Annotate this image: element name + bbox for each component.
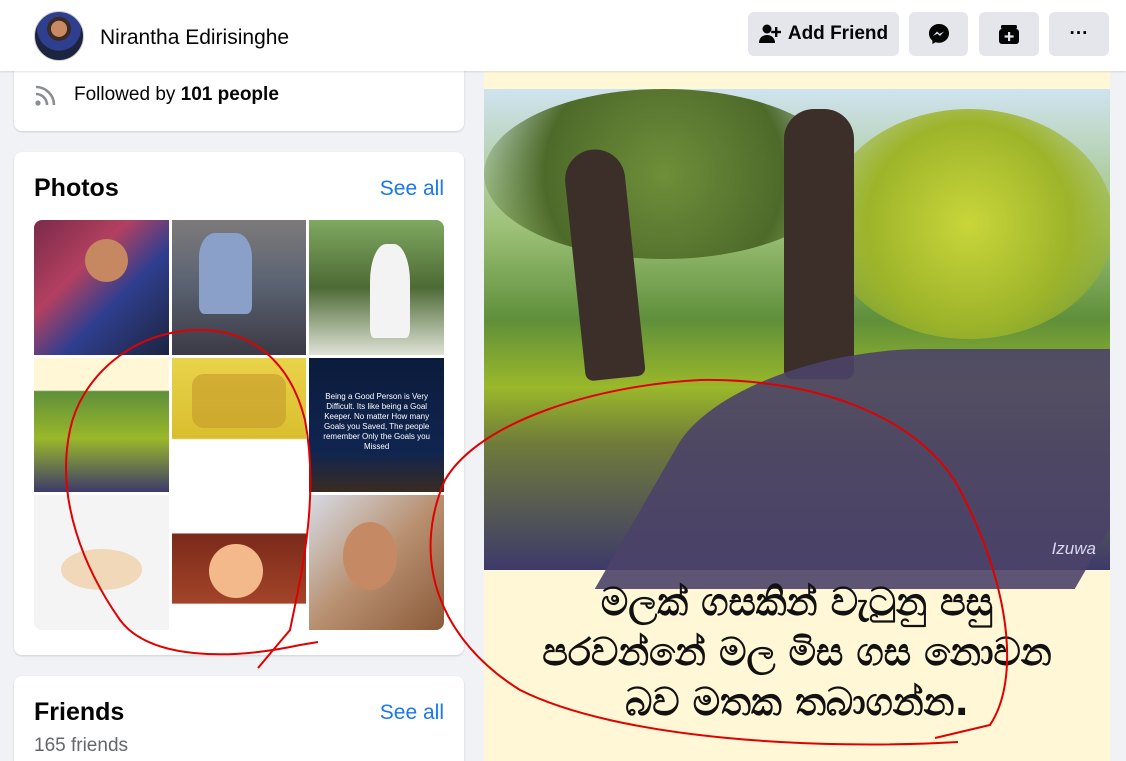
followers-prefix: Followed by (74, 84, 176, 105)
photos-see-all-link[interactable]: See all (380, 177, 444, 201)
more-options-button[interactable]: ··· (1049, 12, 1109, 56)
profile-header-bar: Nirantha Edirisinghe Add Friend ··· (0, 0, 1126, 71)
photo-tile-quote: Being a Good Person is Very Difficult. I… (323, 391, 431, 451)
tree-trunk (784, 109, 854, 379)
followers-row: Followed by 101 people (34, 83, 279, 107)
profile-avatar[interactable] (34, 11, 84, 61)
park-road (594, 349, 1110, 589)
profile-name[interactable]: Nirantha Edirisinghe (100, 26, 289, 50)
add-friend-icon (758, 24, 781, 43)
tree-canopy (824, 109, 1110, 339)
caption-line: මලක් ගසකින් වැටුනු පසු (600, 580, 994, 624)
photos-grid: Being a Good Person is Very Difficult. I… (34, 220, 444, 630)
messenger-icon (928, 24, 949, 44)
friends-title[interactable]: Friends (34, 698, 124, 727)
photo-tile[interactable] (34, 357, 169, 493)
messenger-button[interactable] (909, 12, 968, 56)
caption-line: බව මතක තබාගන්න. (625, 680, 969, 724)
photo-tile[interactable]: Being a Good Person is Very Difficult. I… (309, 357, 444, 493)
park-scene-image: Izuwa (484, 89, 1110, 589)
image-watermark: Izuwa (1051, 539, 1096, 558)
photo-tile[interactable] (309, 495, 444, 630)
rss-feed-icon (35, 85, 56, 106)
more-dots-icon: ··· (1069, 23, 1089, 44)
photo-tile[interactable] (171, 495, 307, 630)
photo-tile[interactable] (171, 220, 307, 355)
add-friend-button[interactable]: Add Friend (748, 12, 899, 56)
photos-title[interactable]: Photos (34, 174, 119, 203)
photo-tile[interactable] (171, 357, 307, 493)
friends-see-all-link[interactable]: See all (380, 701, 444, 725)
friends-card: Friends See all 165 friends (14, 676, 464, 761)
post-image[interactable]: Izuwa මලක් ගසකින් වැටුනු පසු පරවන්නේ මල … (484, 71, 1110, 761)
save-button[interactable] (979, 12, 1039, 56)
friends-count: 165 friends (34, 735, 129, 756)
post-caption: මලක් ගසකින් වැටුනු පසු පරවන්නේ මල මිස ගස… (484, 577, 1110, 727)
photo-tile[interactable] (309, 220, 444, 355)
caption-line: පරවන්නේ මල මිස ගස නොවන (542, 630, 1052, 674)
archive-add-icon (999, 25, 1019, 44)
photo-tile[interactable] (34, 495, 169, 630)
followers-count[interactable]: 101 people (181, 84, 279, 106)
add-friend-label: Add Friend (787, 23, 889, 44)
photos-card: Photos See all Being a Good Person is Ve… (14, 152, 464, 655)
photo-tile[interactable] (34, 220, 169, 355)
